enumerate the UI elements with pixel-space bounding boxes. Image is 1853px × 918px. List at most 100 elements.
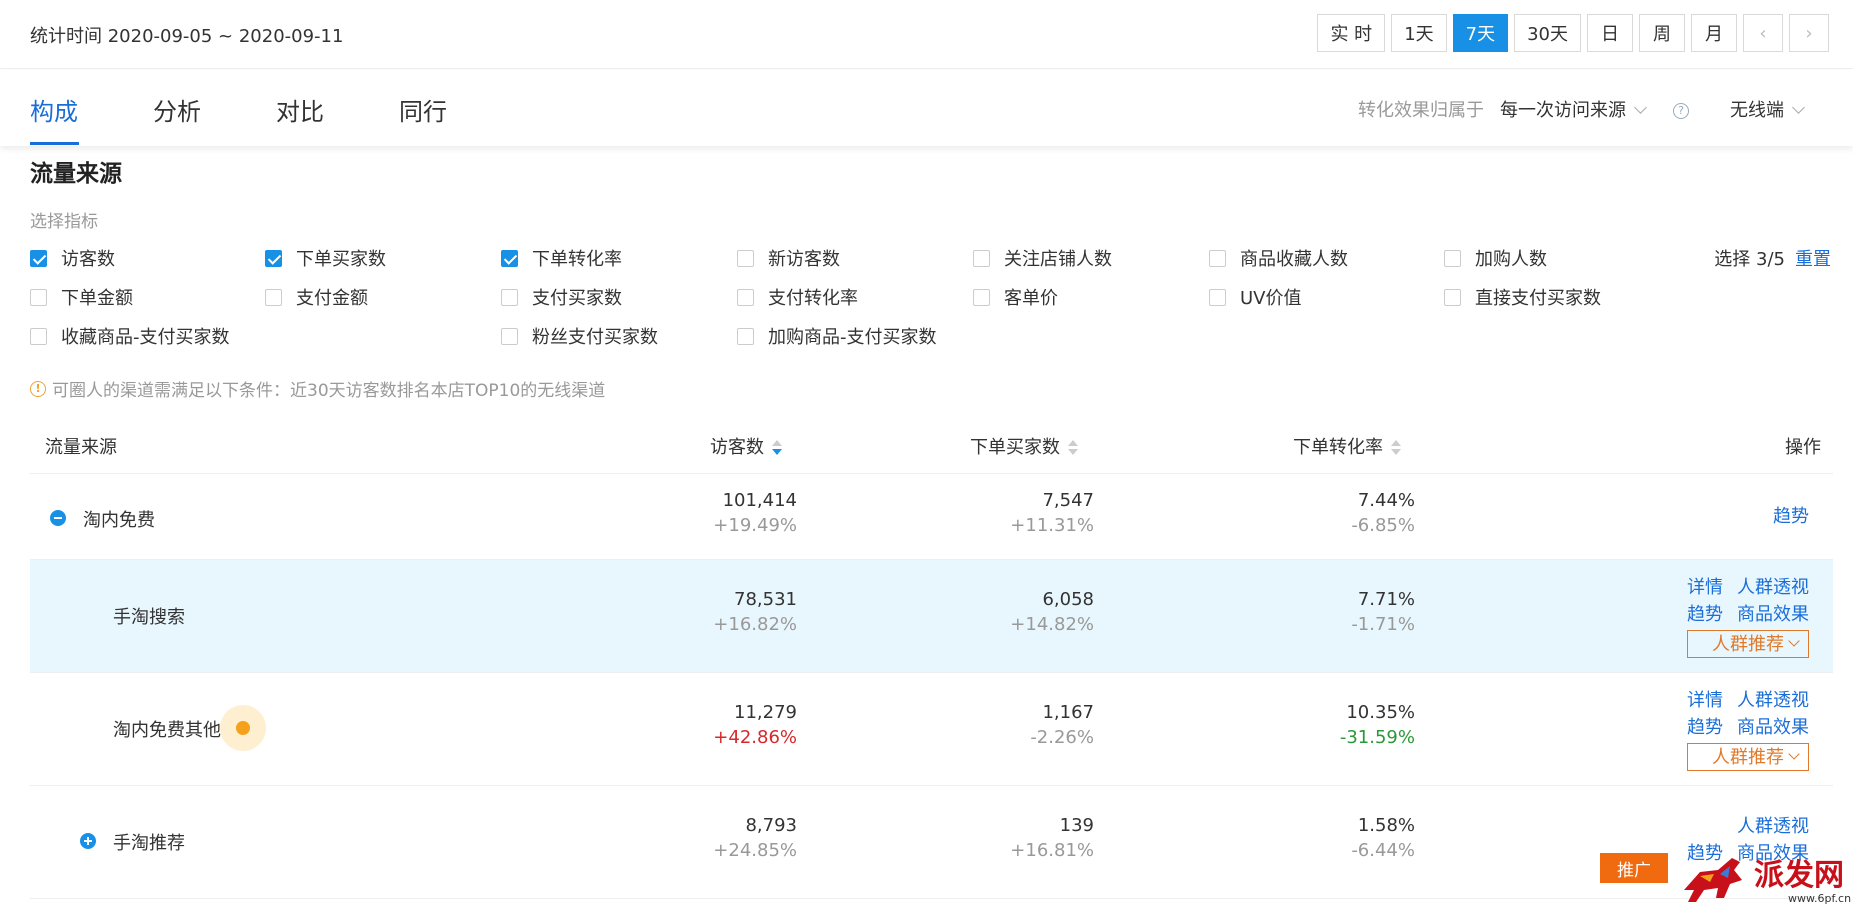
promo-button[interactable]: 推广: [1600, 853, 1668, 883]
prev-arrow-button[interactable]: ‹: [1743, 14, 1783, 52]
collapse-icon[interactable]: [50, 510, 66, 526]
range-7day-button[interactable]: 7天: [1452, 14, 1509, 52]
crowd-recommend-button[interactable]: 人群推荐: [1687, 743, 1809, 771]
detail-link[interactable]: 详情: [1687, 690, 1723, 711]
expand-icon[interactable]: [80, 833, 96, 849]
tab-composition[interactable]: 构成: [30, 92, 78, 127]
watermark-url: www.6pf.cn: [1788, 892, 1852, 905]
chevron-down-icon: [1788, 635, 1800, 647]
checkbox-icon[interactable]: [973, 249, 990, 267]
metric-checkbox-item[interactable]: 收藏商品-支付买家数: [30, 323, 230, 349]
metric-checkbox-item[interactable]: 粉丝支付买家数: [501, 323, 658, 349]
chevron-left-icon: ‹: [1759, 22, 1767, 44]
metric-checkbox-item[interactable]: 下单买家数: [265, 245, 386, 271]
checkbox-icon[interactable]: [737, 249, 754, 267]
checkbox-icon[interactable]: [30, 327, 47, 345]
visitors-change: +24.85%: [713, 840, 797, 861]
checkbox-icon[interactable]: [737, 327, 754, 345]
checkbox-checked-icon[interactable]: [265, 249, 282, 267]
table-row: 手淘搜索 78,531 +16.82% 6,058 +14.82% 7.71% -1.…: [30, 560, 1833, 673]
checkbox-icon[interactable]: [501, 327, 518, 345]
stat-time: 统计时间 2020-09-05 ~ 2020-09-11: [30, 26, 344, 47]
metric-label: 访客数: [61, 249, 115, 270]
selected-count: 选择 3/5 重置: [1714, 245, 1831, 271]
range-realtime-button[interactable]: 实 时: [1317, 14, 1386, 52]
checkbox-checked-icon[interactable]: [30, 249, 47, 267]
checkbox-icon[interactable]: [737, 288, 754, 306]
trend-link[interactable]: 趋势: [1687, 604, 1723, 625]
metric-checkbox-item[interactable]: 加购人数: [1444, 245, 1547, 271]
range-week-button[interactable]: 周: [1639, 14, 1685, 52]
product-effect-link[interactable]: 商品效果: [1737, 717, 1809, 738]
checkbox-icon[interactable]: [1444, 288, 1461, 306]
tab-analysis[interactable]: 分析: [153, 92, 201, 127]
metric-checkbox-item[interactable]: 关注店铺人数: [973, 245, 1112, 271]
metric-checkbox-item[interactable]: 下单金额: [30, 284, 133, 310]
checkbox-icon[interactable]: [265, 288, 282, 306]
metric-checkbox-item[interactable]: 支付买家数: [501, 284, 622, 310]
crowd-recommend-button[interactable]: 人群推荐: [1687, 630, 1809, 658]
checkbox-icon[interactable]: [973, 288, 990, 306]
metric-checkbox-item[interactable]: 加购商品-支付买家数: [737, 323, 937, 349]
range-month-button[interactable]: 月: [1691, 14, 1737, 52]
metric-checkbox-item[interactable]: 新访客数: [737, 245, 840, 271]
buyers-value: 6,058: [1042, 589, 1094, 610]
checkbox-icon[interactable]: [1209, 249, 1226, 267]
notice-text: 可圈人的渠道需满足以下条件：近30天访客数排名本店TOP10的无线渠道: [52, 381, 606, 401]
warning-icon: !: [30, 380, 46, 397]
col-buyers[interactable]: 下单买家数: [970, 433, 1078, 459]
checkbox-icon[interactable]: [1209, 288, 1226, 306]
metric-label: 支付转化率: [768, 288, 858, 309]
chevron-right-icon: ›: [1805, 22, 1813, 44]
range-30day-button[interactable]: 30天: [1514, 14, 1581, 52]
chevron-down-icon: [1788, 748, 1800, 760]
device-select[interactable]: 无线端: [1730, 96, 1805, 122]
buyers-value: 139: [1059, 815, 1094, 836]
crowd-insight-link[interactable]: 人群透视: [1737, 690, 1809, 711]
metric-checkbox-item[interactable]: 客单价: [973, 284, 1058, 310]
tab-compare[interactable]: 对比: [276, 92, 324, 127]
metric-checkbox-item[interactable]: 商品收藏人数: [1209, 245, 1348, 271]
col-actions: 操作: [1785, 437, 1821, 458]
sort-icon: [1068, 440, 1078, 456]
visitors-change: +16.82%: [713, 614, 797, 635]
rate-change: -1.71%: [1351, 614, 1415, 635]
source-name: 手淘搜索: [113, 607, 185, 628]
col-rate[interactable]: 下单转化率: [1293, 433, 1401, 459]
metric-picker-label: 选择指标: [30, 212, 98, 232]
metric-checkbox-item[interactable]: 支付金额: [265, 284, 368, 310]
cursor-highlight: [220, 705, 266, 751]
metric-checkbox-item[interactable]: 访客数: [30, 245, 115, 271]
metric-checkbox-item[interactable]: 下单转化率: [501, 245, 622, 271]
visitors-value: 11,279: [734, 702, 797, 723]
selected-count-text: 选择 3/5: [1714, 249, 1785, 270]
next-arrow-button[interactable]: ›: [1789, 14, 1829, 52]
trend-link[interactable]: 趋势: [1773, 506, 1809, 527]
metric-label: UV价值: [1240, 288, 1302, 309]
visitors-change: +42.86%: [713, 727, 797, 748]
rate-change: -6.44%: [1351, 840, 1415, 861]
detail-link[interactable]: 详情: [1687, 577, 1723, 598]
col-visitors[interactable]: 访客数: [710, 433, 782, 459]
metric-label: 关注店铺人数: [1004, 249, 1112, 270]
visitors-value: 8,793: [745, 815, 797, 836]
range-1day-button[interactable]: 1天: [1391, 14, 1447, 52]
checkbox-icon[interactable]: [1444, 249, 1461, 267]
attribution-select[interactable]: 每一次访问来源: [1500, 96, 1647, 122]
reset-link[interactable]: 重置: [1795, 249, 1831, 270]
trend-link[interactable]: 趋势: [1687, 717, 1723, 738]
crowd-insight-link[interactable]: 人群透视: [1737, 577, 1809, 598]
metric-checkbox-item[interactable]: UV价值: [1209, 284, 1302, 310]
tab-peers[interactable]: 同行: [399, 92, 447, 127]
metric-checkbox-item[interactable]: 支付转化率: [737, 284, 858, 310]
checkbox-icon[interactable]: [30, 288, 47, 306]
checkbox-icon[interactable]: [501, 288, 518, 306]
metric-checkbox-item[interactable]: 直接支付买家数: [1444, 284, 1601, 310]
help-icon[interactable]: ?: [1673, 98, 1689, 119]
checkbox-checked-icon[interactable]: [501, 249, 518, 267]
product-effect-link[interactable]: 商品效果: [1737, 604, 1809, 625]
range-day-button[interactable]: 日: [1587, 14, 1633, 52]
rate-value: 7.44%: [1357, 490, 1415, 511]
crowd-insight-link[interactable]: 人群透视: [1737, 816, 1809, 837]
source-name: 淘内免费其他: [113, 720, 221, 741]
